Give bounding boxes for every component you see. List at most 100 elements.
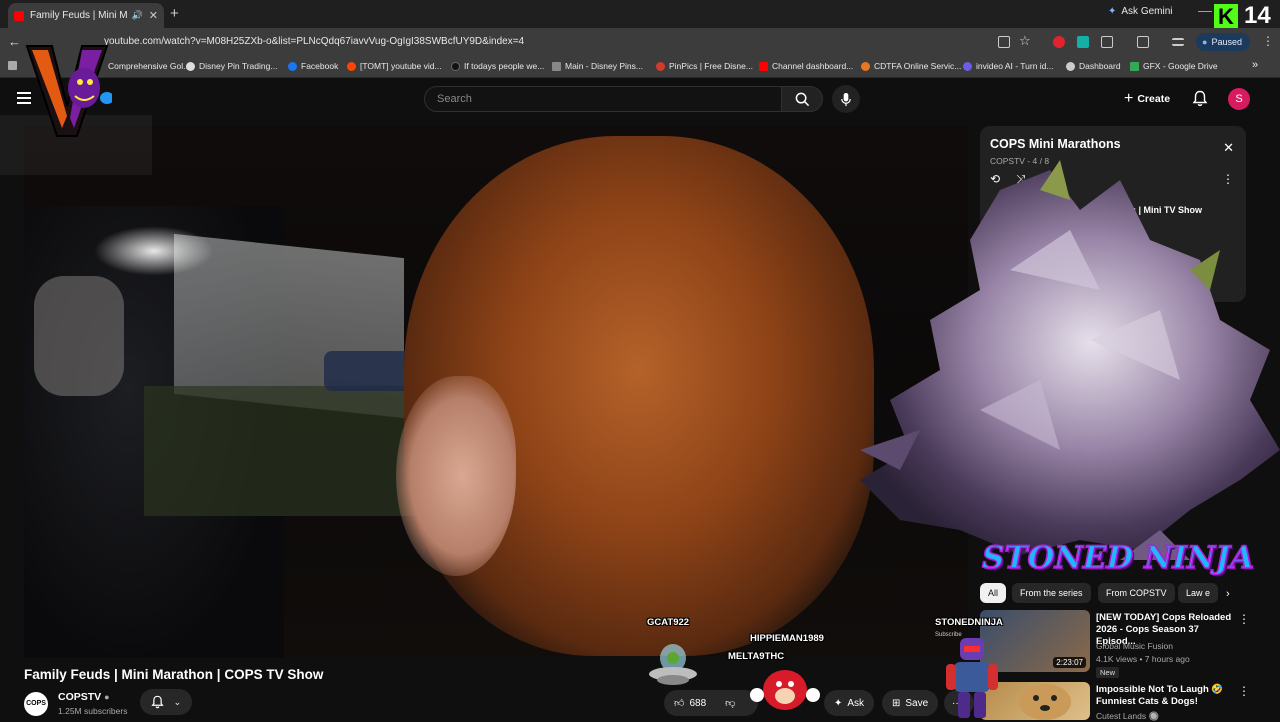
bookmark-item[interactable]: PinPics | Free Disne... [656, 61, 753, 71]
chip-from-series[interactable]: From the series [1012, 583, 1091, 603]
stoned-ninja-overlay-text: STONED NINJA [981, 539, 1255, 577]
google-drive-icon [1130, 61, 1139, 71]
browser-menu-icon[interactable]: ⋮ [1262, 34, 1274, 48]
bookmark-favicon-icon [552, 61, 561, 71]
browser-tab-bar: Family Feuds | Mini Maratho 🔊 ✕ + ✦ Ask … [0, 0, 1280, 30]
ufo-alien-sprite-icon [649, 644, 697, 685]
reddit-icon [347, 61, 356, 71]
verified-icon: ● [104, 692, 110, 702]
bookmark-item[interactable]: Main - Disney Pins... [552, 61, 643, 71]
extension-teal-icon[interactable] [1077, 36, 1089, 48]
video-title: Family Feuds | Mini Marathon | COPS TV S… [24, 667, 324, 682]
chat-username: GCAT922 [647, 617, 690, 628]
kick-counter: 14 [1244, 2, 1271, 29]
ask-gemini-label: Ask Gemini [1121, 6, 1173, 17]
bookmark-item[interactable]: invideo AI - Turn id... [963, 61, 1053, 71]
thumbs-up-icon[interactable]: 👍︎ [674, 697, 684, 709]
bookmark-item[interactable]: If todays people we... [451, 61, 544, 71]
facebook-icon [288, 61, 297, 71]
bookmark-label: Dashboard [1079, 61, 1121, 71]
install-app-icon[interactable] [998, 36, 1010, 48]
bookmark-label: Disney Pin Trading... [199, 61, 278, 71]
bookmark-item[interactable]: CDTFA Online Servic... [861, 61, 961, 71]
voice-search-button[interactable] [832, 85, 860, 113]
back-arrow-icon[interactable]: ← [8, 34, 21, 49]
chip-from-copstv[interactable]: From COPSTV [1098, 583, 1175, 603]
ask-button[interactable]: ✦ Ask [824, 690, 875, 716]
recommended-channel[interactable]: Global Music Fusion [1096, 641, 1173, 651]
user-avatar[interactable]: S [1228, 88, 1250, 110]
notifications-button[interactable] [1192, 90, 1208, 112]
ninja-robot-sprite-icon [946, 638, 998, 718]
like-count[interactable]: 688 [689, 698, 706, 709]
channel-name[interactable]: COPSTV ● [58, 691, 110, 703]
bookmark-star-icon[interactable]: ☆ [1019, 33, 1031, 48]
bookmark-item[interactable]: Dashboard [1066, 61, 1121, 71]
sparkle-icon: ✦ [834, 697, 843, 709]
bookmark-item[interactable]: Disney Pin Trading... [186, 61, 277, 71]
apps-grid-icon[interactable] [8, 61, 17, 70]
bookmark-icon: ⊞ [892, 697, 901, 709]
bookmark-label: GFX - Google Drive [1143, 61, 1218, 71]
chevron-down-icon: ⌄ [173, 696, 182, 707]
search-input[interactable]: Search [424, 86, 782, 112]
speaker-icon[interactable]: 🔊 [132, 10, 143, 21]
knuckles-sprite-icon [750, 670, 820, 710]
recommended-title[interactable]: Impossible Not To Laugh 🤣 Funniest Cats … [1096, 684, 1232, 708]
plus-icon: + [1124, 90, 1134, 107]
playlist-title[interactable]: COPS Mini Marathons [990, 137, 1121, 151]
recommended-meta: 4.1K views • 7 hours ago [1096, 654, 1190, 664]
bookmark-label: Comprehensive Gol... [108, 61, 191, 71]
url-field[interactable]: youtube.com/watch?v=M08H25ZXb-o&list=PLN… [104, 36, 524, 47]
pinpics-icon [656, 61, 665, 71]
more-bookmarks-icon[interactable]: » [1252, 59, 1258, 71]
subscription-bell-button[interactable]: ⌄ [140, 689, 192, 715]
create-button[interactable]: + Create [1124, 90, 1170, 108]
dashboard-icon [1066, 61, 1075, 71]
recommended-menu-icon[interactable]: ⋮ [1238, 612, 1250, 626]
dog-sprite-icon [1019, 684, 1071, 720]
bookmark-label: [TOMT] youtube vid... [360, 61, 442, 71]
ask-gemini-button[interactable]: ✦ Ask Gemini [1108, 6, 1173, 17]
chip-law[interactable]: Law e [1178, 583, 1219, 603]
bookmark-label: CDTFA Online Servic... [874, 61, 962, 71]
bookmark-item[interactable]: Comprehensive Gol... [108, 61, 190, 71]
bookmark-label: invideo AI - Turn id... [976, 61, 1054, 71]
tab-title: Family Feuds | Mini Maratho [30, 10, 128, 21]
cannabis-bud-overlay-icon [860, 160, 1280, 560]
save-button[interactable]: ⊞ Save [882, 690, 939, 716]
extensions-puzzle-icon[interactable] [1101, 36, 1113, 48]
browser-tab[interactable]: Family Feuds | Mini Maratho 🔊 ✕ [8, 3, 164, 28]
kick-logo-icon: K [1214, 4, 1238, 30]
recommended-menu-icon[interactable]: ⋮ [1238, 684, 1250, 698]
paused-label: Paused [1211, 37, 1242, 47]
new-tab-button[interactable]: + [170, 5, 179, 22]
bookmark-label: Channel dashboard... [772, 61, 854, 71]
profile-paused-button[interactable]: ● Paused [1196, 33, 1250, 51]
bookmark-item[interactable]: GFX - Google Drive [1130, 61, 1218, 71]
video-duration: 2:23:07 [1053, 657, 1086, 668]
invideo-icon [963, 61, 972, 71]
video-player[interactable] [24, 126, 968, 658]
chat-username: MELTA9THC [728, 651, 785, 662]
extension-red-icon[interactable] [1053, 36, 1065, 48]
bookmark-item[interactable]: Channel dashboard... [759, 61, 853, 71]
split-view-icon[interactable] [1137, 36, 1149, 48]
minimize-window-button[interactable]: — [1198, 2, 1212, 18]
video-frame-person-face [396, 376, 516, 576]
search-button[interactable] [781, 86, 823, 112]
bookmark-item[interactable]: Facebook [288, 61, 338, 71]
tab-search-icon[interactable] [1172, 38, 1184, 46]
bookmark-item[interactable]: [TOMT] youtube vid... [347, 61, 442, 71]
youtube-studio-icon [759, 61, 768, 71]
thumbs-down-icon[interactable]: 👎︎ [725, 697, 735, 709]
channel-avatar[interactable]: COPS [24, 692, 48, 716]
chip-all[interactable]: All [980, 583, 1007, 603]
tab-close-icon[interactable]: ✕ [149, 9, 158, 22]
bookmark-label: Facebook [301, 61, 339, 71]
video-frame-flashlight [94, 226, 214, 276]
recommended-channel[interactable]: Cutest Lands 🔘 [1096, 711, 1159, 722]
chevron-right-icon[interactable]: › [1226, 588, 1230, 600]
microphone-icon [841, 92, 851, 106]
channel-name-label: COPSTV [58, 691, 102, 703]
